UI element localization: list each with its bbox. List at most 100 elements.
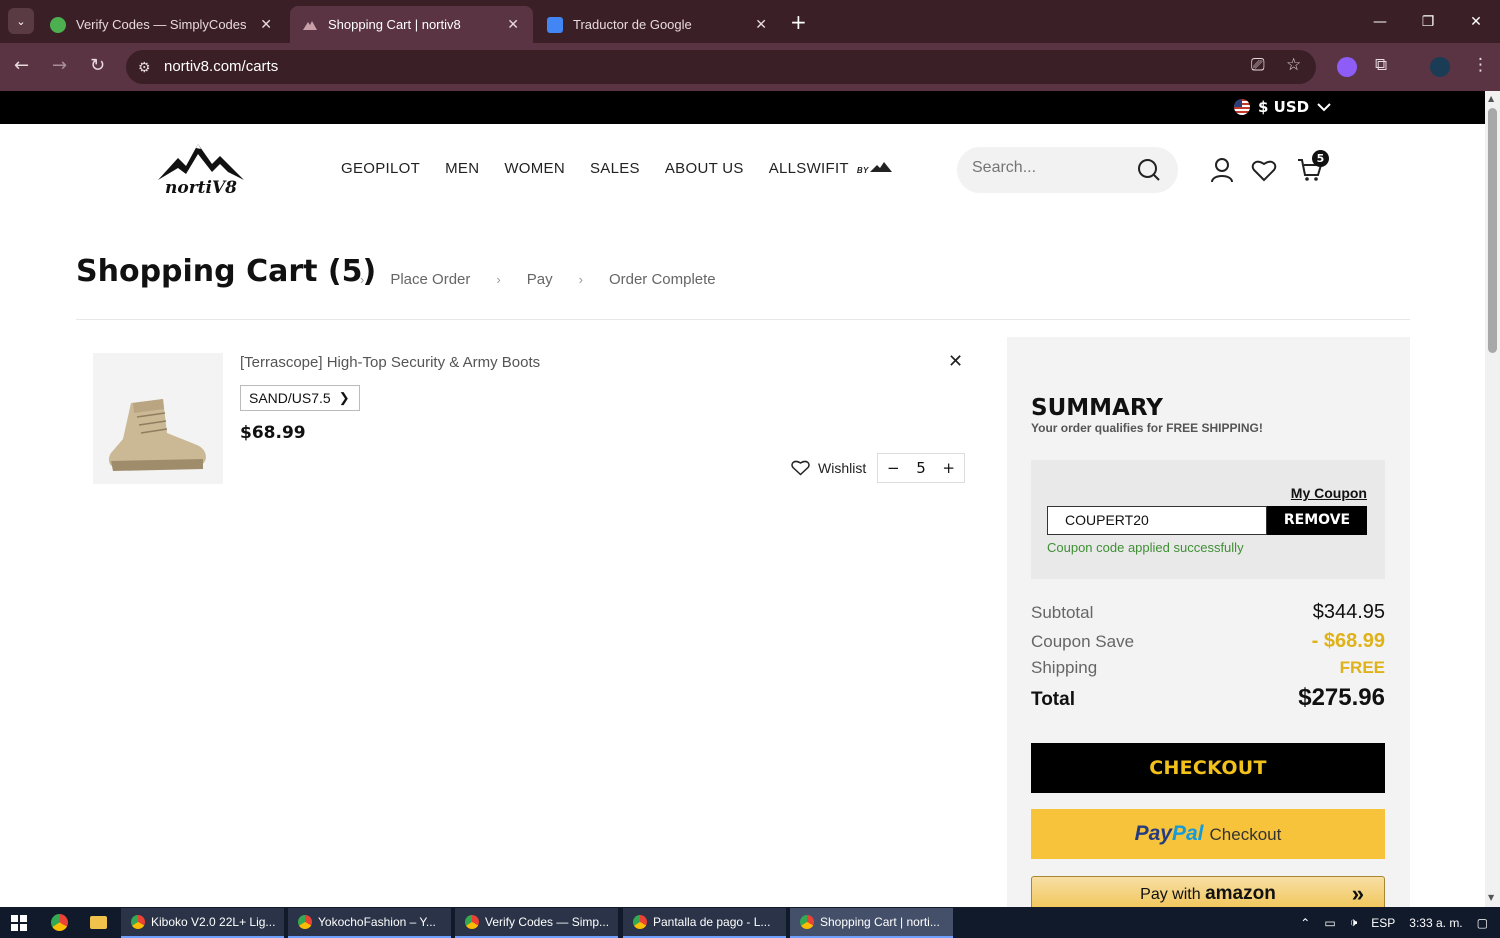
browser-tab-shopping-cart[interactable]: Shopping Cart | nortiv8 ✕ (290, 6, 533, 43)
checkout-steps-breadcrumb: › Place Order › Pay › Order Complete (360, 271, 742, 288)
step-place-order: Place Order (390, 271, 471, 288)
us-flag-icon (1234, 99, 1250, 115)
extensions-puzzle-icon[interactable]: ⧉ (1375, 55, 1387, 75)
browser-tab-google-translate[interactable]: Traductor de Google ✕ (535, 6, 781, 43)
window-controls: — ❐ ✕ (1356, 0, 1500, 43)
subtotal-value: $344.95 (1312, 601, 1385, 623)
variant-label: SAND/US7.5 (249, 390, 331, 406)
notifications-icon[interactable]: ▢ (1477, 916, 1488, 930)
nav-item-geopilot[interactable]: GEOPILOT (341, 160, 420, 177)
coupon-success-message: Coupon code applied successfully (1047, 540, 1244, 555)
step-pay: Pay (526, 271, 553, 288)
coupon-code-input[interactable]: COUPERT20 (1047, 506, 1267, 535)
quantity-value[interactable]: 5 (916, 459, 926, 477)
scrollbar-thumb[interactable] (1488, 108, 1497, 353)
tab-title: Verify Codes — SimplyCodes (76, 17, 247, 32)
total-label: Total (1031, 689, 1075, 710)
account-user-icon[interactable] (1209, 157, 1235, 183)
product-name[interactable]: [Terrascope] High-Top Security & Army Bo… (240, 354, 540, 371)
language-indicator[interactable]: ESP (1371, 916, 1395, 930)
nav-item-about-us[interactable]: ABOUT US (665, 160, 744, 177)
move-to-wishlist-button[interactable]: Wishlist (791, 459, 866, 476)
new-tab-plus-icon[interactable]: + (790, 10, 807, 34)
nav-item-allswifit[interactable]: ALLSWIFIT BY (769, 160, 893, 177)
paypal-checkout-button[interactable]: PayPal Checkout (1031, 809, 1385, 859)
restore-icon[interactable]: ❐ (1404, 0, 1452, 43)
total-row: Total $275.96 (1031, 684, 1385, 712)
tab-search-chevron-icon[interactable]: ⌄ (8, 8, 34, 34)
remove-coupon-button[interactable]: REMOVE (1267, 506, 1367, 535)
free-shipping-note: Your order qualifies for FREE SHIPPING! (1031, 421, 1263, 435)
boot-image (108, 399, 206, 471)
back-arrow-icon[interactable]: ← (14, 55, 29, 76)
shipping-label: Shipping (1031, 658, 1098, 677)
nortiv8-logo[interactable]: nortiV8 (156, 138, 246, 202)
nav-item-women[interactable]: WOMEN (504, 160, 565, 177)
subtotal-label: Subtotal (1031, 603, 1094, 622)
logo-wordmark: nortiV8 (165, 178, 237, 198)
quantity-decrease-button[interactable]: − (887, 459, 900, 477)
quantity-stepper: − 5 + (877, 453, 965, 483)
page-scrollbar[interactable]: ▲ ▼ (1485, 91, 1500, 907)
quantity-increase-button[interactable]: + (942, 459, 955, 477)
file-explorer-icon[interactable] (90, 916, 107, 929)
nav-item-sales[interactable]: SALES (590, 160, 640, 177)
simplycodes-favicon-icon (50, 16, 66, 33)
taskbar-window-label: YokochoFashion – Y... (318, 915, 436, 929)
scroll-down-arrow-icon[interactable]: ▼ (1488, 893, 1494, 902)
variant-selector[interactable]: SAND/US7.5 ❯ (240, 385, 360, 411)
window-close-icon[interactable]: ✕ (1452, 0, 1500, 43)
taskbar-window-yokocho[interactable]: YokochoFashion – Y... (288, 908, 451, 938)
header-divider (76, 319, 1410, 320)
my-coupon-link[interactable]: My Coupon (1291, 485, 1367, 501)
address-bar[interactable]: ⚙ nortiv8.com/carts (126, 50, 1316, 84)
nav-item-men[interactable]: MEN (445, 160, 479, 177)
browser-tab-simplycodes[interactable]: Verify Codes — SimplyCodes ✕ (38, 6, 286, 43)
site-settings-icon[interactable]: ⚙ (138, 50, 151, 84)
chevron-right-icon: › (360, 272, 365, 287)
chrome-icon (465, 915, 479, 929)
taskbar-window-verify-codes[interactable]: Verify Codes — Simp... (455, 908, 618, 938)
forward-arrow-icon[interactable]: → (52, 55, 67, 76)
bookmark-star-icon[interactable]: ☆ (1286, 55, 1301, 75)
product-image[interactable] (93, 353, 223, 484)
volume-icon[interactable]: 🕩 (1350, 915, 1358, 930)
order-summary-panel: SUMMARY Your order qualifies for FREE SH… (1007, 337, 1410, 907)
install-app-icon[interactable]: ⎚ (1251, 55, 1265, 75)
network-icon[interactable]: ▭ (1324, 916, 1335, 930)
extension-icon[interactable] (1337, 57, 1357, 77)
remove-item-close-icon[interactable]: ✕ (948, 351, 963, 372)
system-tray: ⌃ ▭ 🕩 ESP 3:33 a. m. ▢ (1300, 907, 1500, 938)
amazon-pay-button[interactable]: Pay with amazon » (1031, 876, 1385, 907)
paypal-pay-text: Pay (1134, 822, 1172, 845)
taskbar-window-kiboko[interactable]: Kiboko V2.0 22L+ Lig... (121, 908, 284, 938)
checkout-button[interactable]: CHECKOUT (1031, 743, 1385, 793)
chevron-right-icon: › (578, 272, 583, 287)
chrome-icon (298, 915, 312, 929)
scroll-up-arrow-icon[interactable]: ▲ (1488, 94, 1494, 103)
taskbar-window-pantalla[interactable]: Pantalla de pago - L... (623, 908, 786, 938)
taskbar-window-shopping-cart[interactable]: Shopping Cart | norti... (790, 908, 953, 938)
clock[interactable]: 3:33 a. m. (1409, 916, 1462, 930)
coupon-save-row: Coupon Save - $68.99 (1031, 630, 1385, 653)
double-chevron-right-icon: » (1351, 881, 1364, 906)
tab-close-icon[interactable]: ✕ (755, 16, 767, 33)
search-input[interactable] (972, 159, 1122, 177)
browser-tab-strip: ⌄ Verify Codes — SimplyCodes ✕ Shopping … (0, 0, 1500, 43)
wishlist-heart-icon[interactable] (1251, 157, 1277, 183)
browser-menu-icon[interactable]: ⋮ (1472, 55, 1489, 75)
tab-close-icon[interactable]: ✕ (507, 16, 519, 33)
windows-start-icon[interactable] (11, 915, 27, 931)
page-title: Shopping Cart (5) (76, 254, 377, 289)
reload-icon[interactable]: ↻ (90, 55, 105, 76)
minimize-icon[interactable]: — (1356, 0, 1404, 43)
tab-close-icon[interactable]: ✕ (260, 16, 272, 33)
nav-by-label: BY (856, 166, 869, 175)
tray-chevron-up-icon[interactable]: ⌃ (1300, 916, 1310, 930)
currency-selector[interactable]: $ USD (1234, 98, 1331, 116)
profile-avatar-icon[interactable] (1430, 57, 1450, 77)
chrome-taskbar-icon[interactable] (51, 914, 68, 931)
chrome-icon (131, 915, 145, 929)
search-icon[interactable] (1137, 158, 1161, 182)
coupon-section: My Coupon COUPERT20 REMOVE Coupon code a… (1031, 460, 1385, 579)
